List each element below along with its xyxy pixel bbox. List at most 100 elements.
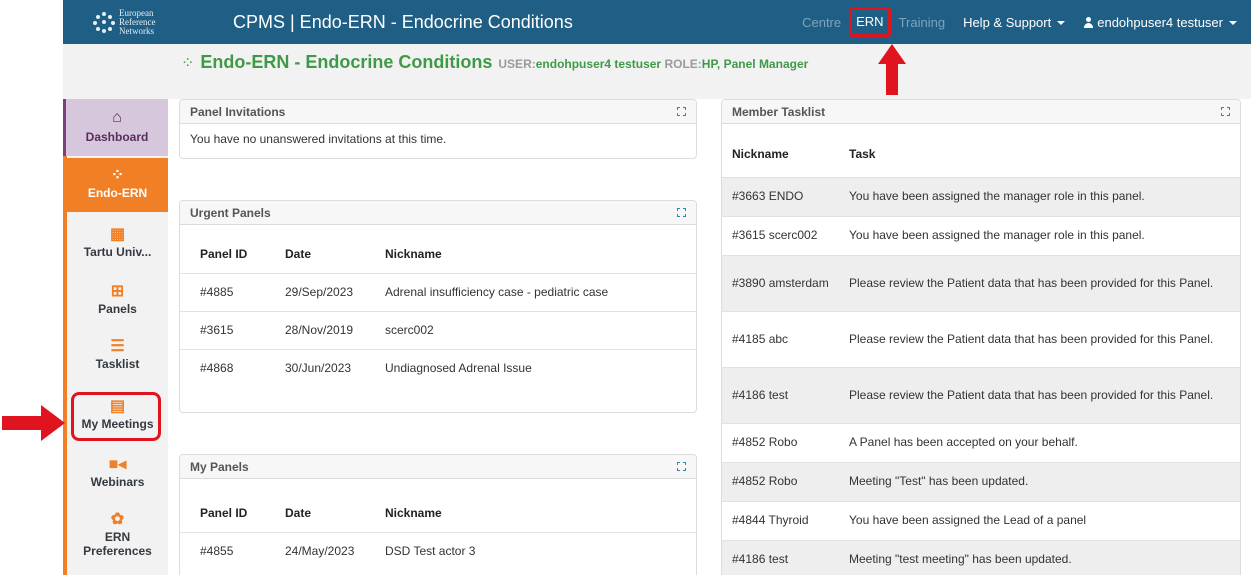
tasklist-icon: ☰ xyxy=(110,338,125,355)
table-row[interactable]: #4885 29/Sep/2023 Adrenal insufficiency … xyxy=(180,273,696,312)
task-nickname: #4844 Thyroid xyxy=(722,501,839,541)
app-title[interactable]: CPMS | Endo-ERN - Endocrine Conditions xyxy=(233,12,573,33)
network-icon: ⁘ xyxy=(110,167,125,184)
nav-right: Centre ERN Training Help & Support endoh… xyxy=(796,0,1251,44)
panel-id: #4868 xyxy=(200,361,234,376)
card-header: Member Tasklist xyxy=(722,100,1240,124)
member-tasklist-card: Member Tasklist Nickname Task #3663 ENDO… xyxy=(721,99,1241,575)
help-support-label: Help & Support xyxy=(963,14,1052,30)
page-heading: ⁘ Endo-ERN - Endocrine Conditions USER:e… xyxy=(181,52,808,73)
home-icon: ⌂ xyxy=(112,109,122,126)
table-row[interactable]: #3615 28/Nov/2019 scerc002 xyxy=(180,311,696,350)
panel-date: 24/May/2023 xyxy=(285,544,355,559)
panel-id: #3615 xyxy=(180,311,275,350)
app-root: European Reference Networks CPMS | Endo-… xyxy=(0,0,1251,575)
sidebar-item-label: Webinars xyxy=(90,475,145,489)
panel-date: 29/Sep/2023 xyxy=(275,273,375,312)
my-panels-table: Panel ID Date Nickname #4855 24/May/2023… xyxy=(180,494,696,570)
sidebar-item-endo-ern[interactable]: ⁘ Endo-ERN xyxy=(67,158,168,212)
table-row[interactable]: #4855 24/May/2023 DSD Test actor 3 xyxy=(180,532,696,570)
sidebar-item-panels[interactable]: ⊞ Panels xyxy=(67,281,168,316)
nav-ern-link[interactable]: ERN xyxy=(856,14,883,29)
page-heading-bar: ⁘ Endo-ERN - Endocrine Conditions USER:e… xyxy=(63,44,1251,99)
expand-icon[interactable] xyxy=(1221,107,1230,116)
panel-invitations-card: Panel Invitations You have no unanswered… xyxy=(179,99,697,159)
task-nickname: #4852 Robo xyxy=(722,462,839,502)
sidebar-item-tasklist[interactable]: ☰ Tasklist xyxy=(67,336,168,371)
network-icon: ⁘ xyxy=(181,55,195,72)
task-nickname: #4185 abc xyxy=(722,311,839,368)
expand-icon[interactable] xyxy=(677,462,686,471)
sidebar-item-label: Panels xyxy=(98,302,137,316)
column-header[interactable]: Nickname xyxy=(375,235,696,274)
column-header[interactable]: Nickname xyxy=(722,133,839,178)
sidebar-item-label: Tasklist xyxy=(95,357,140,371)
ern-logo-icon xyxy=(93,11,115,33)
table-row[interactable]: #4185 abc Please review the Patient data… xyxy=(722,311,1240,368)
red-arrow-right xyxy=(2,405,65,441)
panel-date: 30/Jun/2023 xyxy=(285,361,352,376)
gear-icon: ✿ xyxy=(110,511,125,528)
task-text: Please review the Patient data that has … xyxy=(839,367,1240,424)
nav-training-link[interactable]: Training xyxy=(899,15,945,30)
column-header[interactable]: Date xyxy=(275,235,375,274)
help-support-dropdown[interactable]: Help & Support xyxy=(963,14,1066,30)
sidebar-item-label: Endo-ERN xyxy=(87,186,148,200)
user-icon xyxy=(1083,16,1094,28)
sidebar-item-label: Dashboard xyxy=(85,130,149,144)
sidebar-item-tartu[interactable]: ▦ Tartu Univ... xyxy=(67,224,168,259)
task-text: You have been assigned the Lead of a pan… xyxy=(839,501,1240,541)
panel-nickname: Undiagnosed Adrenal Issue xyxy=(385,361,532,376)
task-nickname: #3663 ENDO xyxy=(722,177,839,217)
sidebar-item-label: Preferences xyxy=(83,544,152,558)
urgent-panels-table: Panel ID Date Nickname #4885 29/Sep/2023… xyxy=(180,235,696,387)
task-text: Please review the Patient data that has … xyxy=(839,255,1240,312)
task-nickname: #4186 test xyxy=(722,367,839,424)
page-user-role: USER:endohpuser4 testuser ROLE:HP, Panel… xyxy=(498,57,809,71)
table-row[interactable]: #3663 ENDO You have been assigned the ma… xyxy=(722,177,1240,217)
card-title: Urgent Panels xyxy=(190,205,271,220)
expand-icon[interactable] xyxy=(677,107,686,116)
table-row[interactable]: #4852 Robo A Panel has been accepted on … xyxy=(722,423,1240,463)
table-row[interactable]: #4186 test Please review the Patient dat… xyxy=(722,367,1240,424)
my-panels-card: My Panels Panel ID Date Nickname #4855 2… xyxy=(179,454,697,575)
member-tasklist-table: Nickname Task #3663 ENDO You have been a… xyxy=(722,133,1240,575)
table-row[interactable]: #3615 scerc002 You have been assigned th… xyxy=(722,216,1240,256)
panel-date: 28/Nov/2019 xyxy=(275,311,375,350)
table-row[interactable]: #4852 Robo Meeting "Test" has been updat… xyxy=(722,462,1240,502)
column-header[interactable]: Panel ID xyxy=(180,494,275,533)
nav-centre-link[interactable]: Centre xyxy=(802,15,841,30)
task-text: Meeting "Test" has been updated. xyxy=(839,462,1240,502)
column-header[interactable]: Nickname xyxy=(375,494,696,533)
task-nickname: #3890 amsterdam xyxy=(722,255,839,312)
task-nickname: #4852 Robo xyxy=(722,423,839,463)
card-header: My Panels xyxy=(180,455,696,479)
column-header[interactable]: Panel ID xyxy=(180,235,275,274)
active-indicator xyxy=(168,173,178,197)
sidebar-item-dashboard[interactable]: ⌂ Dashboard xyxy=(63,99,168,156)
column-header[interactable]: Task xyxy=(839,133,1240,178)
panel-nickname: DSD Test actor 3 xyxy=(385,544,476,559)
panel-nickname: scerc002 xyxy=(375,311,696,350)
table-row[interactable]: #3890 amsterdam Please review the Patien… xyxy=(722,255,1240,312)
sidebar: ⌂ Dashboard ⁘ Endo-ERN ▦ Tartu Univ... ⊞… xyxy=(63,99,178,575)
panel-id: #4855 xyxy=(200,544,234,559)
table-row[interactable]: #4186 test Meeting "test meeting" has be… xyxy=(722,540,1240,575)
ern-logo-text: European Reference Networks xyxy=(119,7,156,36)
card-title: My Panels xyxy=(190,459,249,474)
expand-icon[interactable] xyxy=(677,208,686,217)
table-row[interactable]: #4844 Thyroid You have been assigned the… xyxy=(722,501,1240,541)
video-camera-icon: ■◂ xyxy=(108,456,127,473)
task-nickname: #4186 test xyxy=(722,540,839,575)
ern-logo[interactable]: European Reference Networks xyxy=(93,0,203,44)
card-title: Member Tasklist xyxy=(732,104,826,119)
table-row[interactable]: #4868 30/Jun/2023 Undiagnosed Adrenal Is… xyxy=(180,349,696,387)
column-header[interactable]: Date xyxy=(275,494,375,533)
panel-nickname: Adrenal insufficiency case - pediatric c… xyxy=(375,273,696,312)
user-menu-dropdown[interactable]: endohpuser4 testuser xyxy=(1083,15,1237,30)
sidebar-item-webinars[interactable]: ■◂ Webinars xyxy=(67,454,168,489)
nav-ern-highlight: ERN xyxy=(849,7,891,37)
sidebar-item-label: Tartu Univ... xyxy=(83,245,152,259)
task-text: You have been assigned the manager role … xyxy=(839,177,1240,217)
sidebar-item-ern-preferences[interactable]: ✿ ERN Preferences xyxy=(67,509,168,558)
